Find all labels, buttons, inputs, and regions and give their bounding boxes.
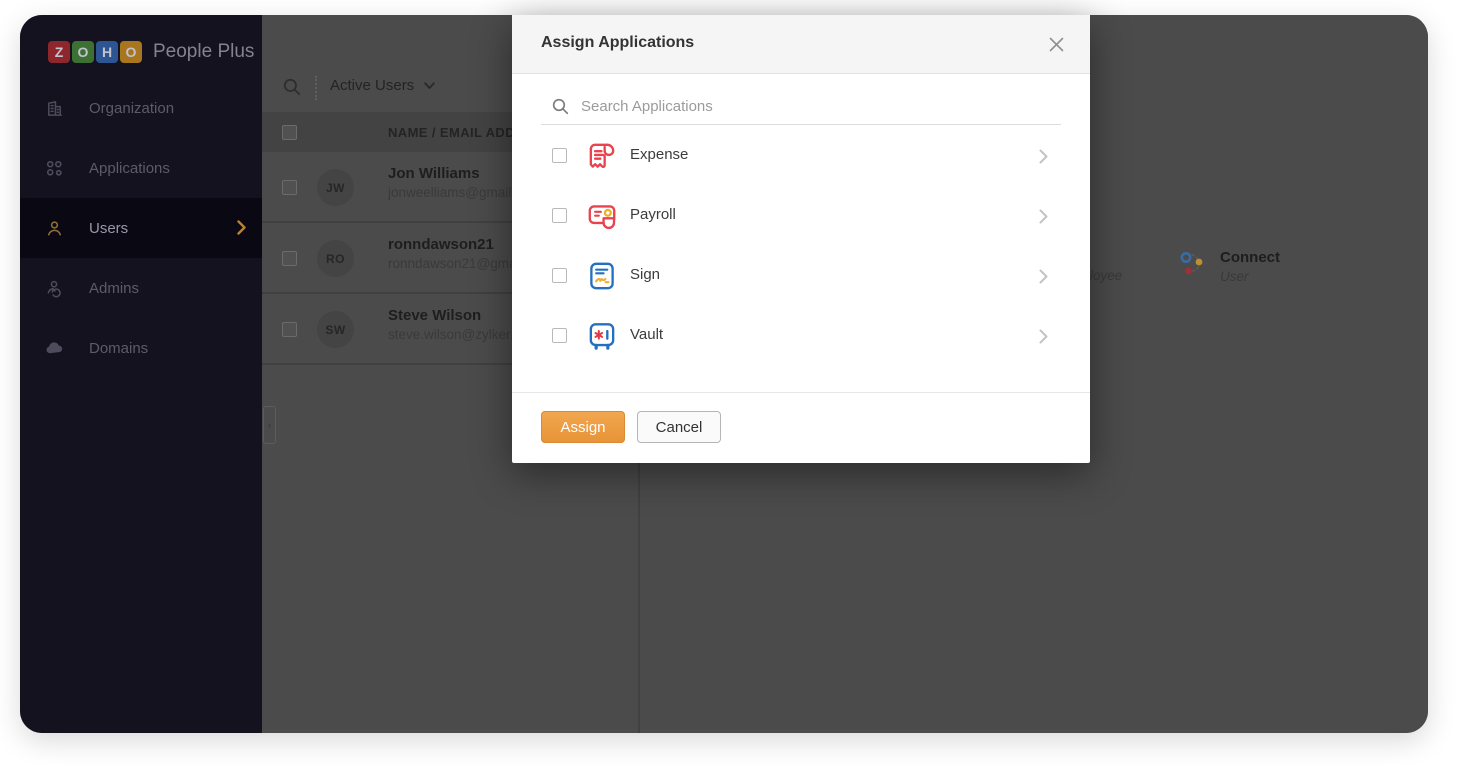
assign-button[interactable]: Assign	[541, 411, 625, 443]
sign-checkbox[interactable]	[552, 268, 567, 283]
vault-checkbox[interactable]	[552, 328, 567, 343]
modal-header: Assign Applications	[512, 15, 1090, 74]
sidebar-item-domains[interactable]: Domains	[20, 318, 262, 378]
sidebar-item-users[interactable]: Users	[20, 198, 262, 258]
logo-tile-o2: O	[120, 41, 142, 63]
app-name: Sign	[630, 266, 660, 283]
vault-app-icon	[585, 319, 619, 353]
users-icon	[45, 219, 64, 238]
app-row-sign[interactable]: Sign	[512, 246, 1090, 306]
sidebar-item-label: Users	[89, 220, 128, 237]
applications-icon	[45, 159, 64, 178]
domains-icon	[45, 339, 64, 358]
application-search	[541, 90, 1061, 125]
organization-icon	[45, 99, 64, 118]
logo-tile-h: H	[96, 41, 118, 63]
payroll-checkbox[interactable]	[552, 208, 567, 223]
sidebar-item-admins[interactable]: Admins	[20, 258, 262, 318]
sidebar-item-label: Organization	[89, 100, 174, 117]
chevron-right-icon	[1039, 269, 1048, 284]
sidebar-item-organization[interactable]: Organization	[20, 78, 262, 138]
sidebar-nav: Organization Applications	[20, 78, 262, 378]
close-icon[interactable]	[1049, 37, 1064, 52]
logo-tile-z: Z	[48, 41, 70, 63]
app-row-vault[interactable]: Vault	[512, 306, 1090, 366]
assign-applications-modal: Assign Applications	[512, 15, 1090, 463]
chevron-right-icon	[1039, 149, 1048, 164]
sidebar-item-applications[interactable]: Applications	[20, 138, 262, 198]
product-name: People Plus	[153, 41, 254, 63]
app-name: Expense	[630, 146, 688, 163]
search-icon	[551, 97, 570, 116]
chevron-right-icon	[1039, 209, 1048, 224]
app-name: Payroll	[630, 206, 676, 223]
admins-icon	[45, 279, 64, 298]
sidebar-item-label: Applications	[89, 160, 170, 177]
chevron-right-icon	[1039, 329, 1048, 344]
application-list: Expense Payroll	[512, 126, 1090, 366]
modal-footer-divider	[512, 392, 1090, 393]
page: Z O H O People Plus Organization	[0, 0, 1461, 765]
app-name: Vault	[630, 326, 663, 343]
expense-checkbox[interactable]	[552, 148, 567, 163]
payroll-app-icon	[585, 199, 619, 233]
sign-app-icon	[585, 259, 619, 293]
cancel-button[interactable]: Cancel	[637, 411, 721, 443]
expense-app-icon	[585, 139, 619, 173]
sidebar: Z O H O People Plus Organization	[20, 15, 262, 733]
active-item-chevron-icon	[237, 220, 246, 235]
logo-tile-o1: O	[72, 41, 94, 63]
app-row-expense[interactable]: Expense	[512, 126, 1090, 186]
app-row-payroll[interactable]: Payroll	[512, 186, 1090, 246]
zoho-logo[interactable]: Z O H O People Plus	[48, 41, 254, 63]
search-applications-input[interactable]	[581, 92, 1051, 120]
sidebar-item-label: Admins	[89, 280, 139, 297]
modal-title: Assign Applications	[541, 34, 694, 52]
sidebar-item-label: Domains	[89, 340, 148, 357]
